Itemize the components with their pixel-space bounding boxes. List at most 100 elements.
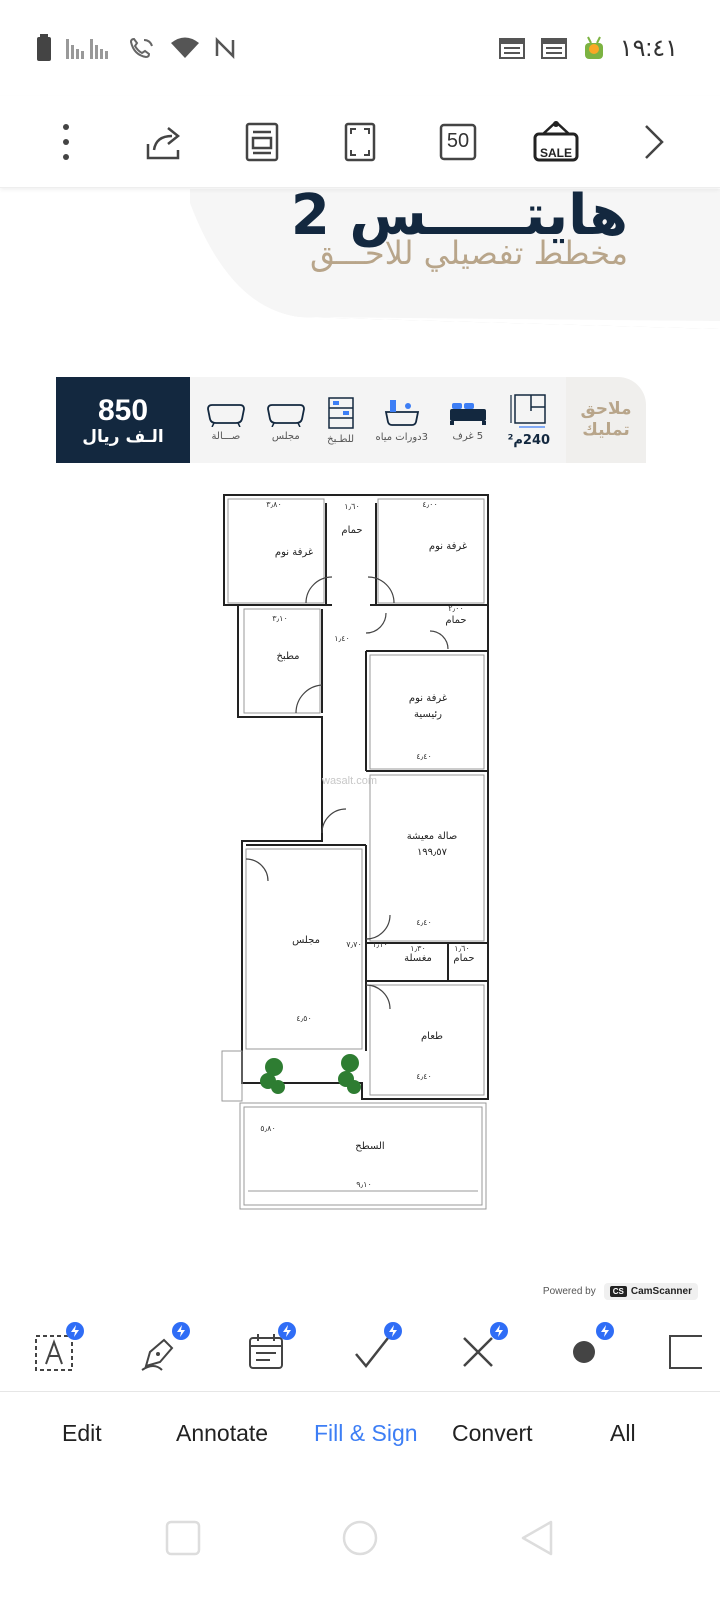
watermark: wasalt.com	[322, 775, 378, 787]
date-tool[interactable]	[238, 1322, 296, 1380]
annex-line: ملاحق	[580, 398, 632, 419]
tab-fill-sign[interactable]: Fill & Sign	[314, 1420, 418, 1447]
dimension-label: ٤٫٤٠	[416, 918, 432, 927]
room-label: غرفة نوم	[409, 693, 447, 704]
bed-icon	[449, 402, 486, 425]
wifi-icon	[171, 37, 199, 58]
price-unit: الـف ريال	[82, 426, 164, 447]
page-layout-icon	[245, 122, 279, 161]
premium-bolt-icon	[278, 1322, 296, 1340]
android-clock-icon	[584, 36, 603, 59]
sale-tag-button[interactable]: SALE	[530, 116, 582, 168]
calendar-icon	[249, 1334, 283, 1369]
next-page-button[interactable]	[628, 116, 680, 168]
room-label: غرفة نوم	[275, 547, 313, 558]
dimension-label: ٧٫٧٠	[346, 940, 362, 949]
room-label: مغسلة	[404, 953, 432, 964]
dimension-label: ١٫٦٠	[454, 944, 470, 953]
room-label: صالة معيشة	[407, 831, 458, 842]
sale-tag-label: SALE	[539, 145, 572, 160]
back-button[interactable]	[519, 1520, 555, 1556]
dimension-label: ١٫٦٠	[344, 502, 360, 511]
room-label: حمام	[341, 525, 362, 536]
plants	[260, 1054, 361, 1094]
status-icons-right: ١٩:٤١	[498, 34, 678, 63]
tab-all[interactable]: All	[610, 1420, 636, 1447]
feature-bathrooms: 3دورات مياه	[375, 398, 428, 443]
camscanner-brand: CamScanner	[630, 1286, 692, 1297]
powered-by-text: Powered by	[542, 1286, 596, 1297]
price-box: 850 الـف ريال	[56, 377, 190, 463]
floor-plan: غرفة نوم غرفة نوم حمام حمام مطبخ غرفة نو…	[221, 494, 489, 1210]
feature-label: للطـبخ	[327, 433, 355, 445]
dimension-label: ٣٫١٠	[272, 614, 288, 623]
room-label: غرفة نوم	[429, 541, 467, 552]
tab-edit[interactable]: Edit	[62, 1420, 102, 1447]
page-layout-button[interactable]	[236, 116, 288, 168]
feature-rooms: 5 غرف	[448, 399, 488, 442]
fit-screen-icon	[344, 122, 376, 161]
dimension-label: ٢٫٠٠	[448, 604, 464, 613]
fit-screen-button[interactable]	[334, 116, 386, 168]
premium-bolt-icon	[384, 1322, 402, 1340]
text-box-tool[interactable]	[26, 1322, 84, 1380]
premium-bolt-icon	[490, 1322, 508, 1340]
signature-tool[interactable]	[132, 1322, 190, 1380]
bathroom-icon	[384, 399, 419, 426]
room-label: طعام	[421, 1031, 443, 1042]
rectangle-icon	[669, 1335, 702, 1369]
tab-annotate[interactable]: Annotate	[176, 1420, 268, 1447]
zoom-level-button[interactable]: 50	[432, 116, 484, 168]
more-vertical-icon	[63, 123, 69, 160]
document-view[interactable]: هايتـــــس 2 مخطط تفصيلي للاحـــق 850 ال…	[0, 189, 720, 1309]
premium-bolt-icon	[66, 1322, 84, 1340]
room-label: مطبخ	[276, 651, 299, 662]
pen-icon	[141, 1338, 174, 1371]
home-button[interactable]	[341, 1519, 379, 1557]
rect-tool[interactable]	[662, 1324, 720, 1380]
dimension-label: ٥٫٨٠	[260, 1124, 276, 1133]
zoom-level-value: 50	[446, 130, 470, 152]
recent-apps-button[interactable]	[165, 1520, 201, 1556]
dimension-label: ١٫٣٠	[410, 944, 426, 953]
dimension-label: ٤٫٥٠	[296, 1014, 312, 1023]
fill-sign-tools	[0, 1310, 720, 1392]
more-options-button[interactable]	[40, 116, 92, 168]
feature-hall: صـــالة	[206, 399, 246, 442]
share-button[interactable]	[138, 116, 190, 168]
powered-by: Powered by CS CamScanner	[543, 1283, 698, 1300]
dimension-label: ٩٫١٠	[356, 1180, 372, 1189]
room-label: حمام	[453, 953, 474, 964]
feature-kitchen: للطـبخ	[326, 396, 356, 445]
text-box-icon	[35, 1335, 73, 1371]
feature-area: 240م²	[508, 393, 550, 448]
room-label: حمام	[445, 615, 466, 626]
status-icons-left	[36, 34, 236, 62]
room-label: رئيسية	[414, 709, 442, 720]
chevron-right-icon	[645, 124, 664, 159]
check-tool[interactable]	[344, 1322, 402, 1380]
feature-majlis: مجلس	[266, 399, 306, 442]
price-value: 850	[97, 393, 149, 427]
tab-convert[interactable]: Convert	[452, 1420, 533, 1447]
dimension-label: ٤٫٤٠	[416, 752, 432, 761]
signal-icon	[66, 39, 108, 59]
room-label: مجلس	[292, 935, 320, 946]
document-subtitle: مخطط تفصيلي للاحـــق	[310, 234, 628, 272]
feature-label: صـــالة	[211, 430, 241, 442]
calendar-notification-icon	[540, 38, 567, 59]
dimension-label: ١٫١٠	[372, 940, 388, 949]
dot-tool[interactable]	[556, 1322, 614, 1380]
dimension-label: ٣٫٨٠	[266, 500, 282, 509]
bathtub-icon	[207, 403, 245, 427]
document-toolbar: 50 SALE	[0, 96, 720, 188]
cross-tool[interactable]	[450, 1322, 508, 1380]
dimension-label: ٤٫٤٠	[416, 1072, 432, 1081]
feature-label: 240م²	[507, 432, 551, 448]
status-time: ١٩:٤١	[619, 34, 678, 62]
annex-line: تمليك	[582, 420, 630, 440]
dimension-label: ٤٫٠٠	[422, 500, 438, 509]
dimension-label: ١٫٤٠	[334, 634, 350, 643]
bathtub-icon	[266, 403, 305, 427]
wifi-calling-icon	[129, 37, 153, 59]
